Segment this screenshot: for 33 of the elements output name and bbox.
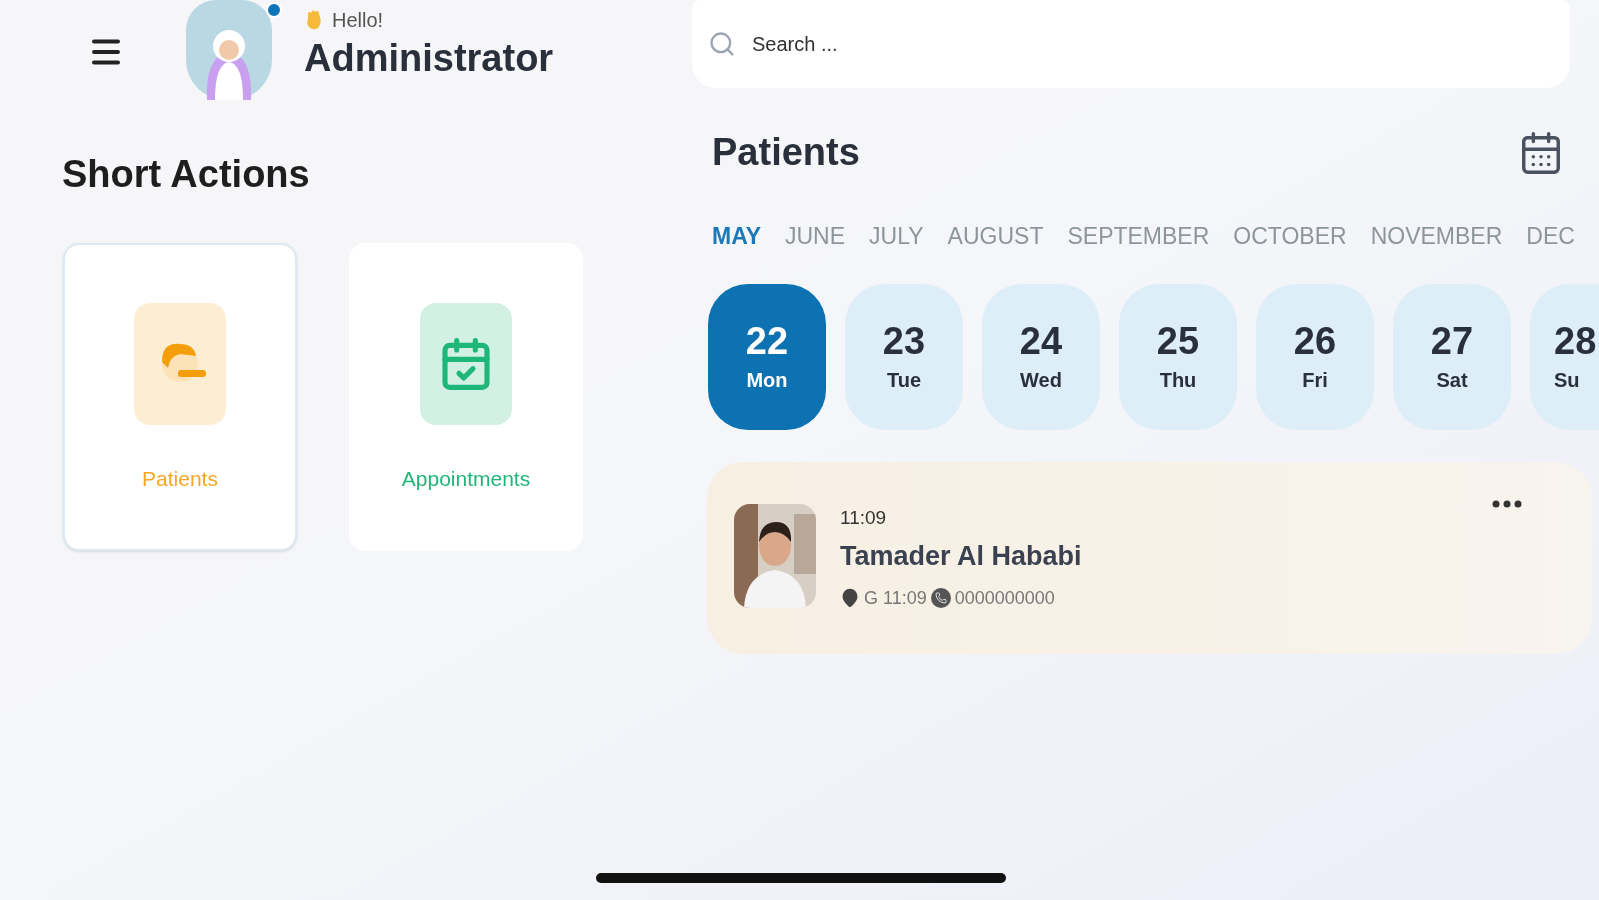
more-button[interactable] bbox=[1492, 499, 1522, 508]
section-title: Patients bbox=[712, 130, 860, 175]
month-tab[interactable]: AUGUST bbox=[947, 219, 1044, 254]
date-pill[interactable]: 22 Mon bbox=[708, 283, 826, 430]
date-pill[interactable]: 26 Fri bbox=[1256, 283, 1374, 430]
date-pill[interactable]: 27 Sat bbox=[1393, 283, 1511, 430]
date-pill[interactable]: 28 Su bbox=[1530, 283, 1599, 430]
phone-icon bbox=[930, 588, 951, 608]
date-pill[interactable]: 25 Thu bbox=[1119, 283, 1237, 430]
greeting: Hello! bbox=[332, 8, 384, 34]
date-pill[interactable]: 23 Tue bbox=[845, 283, 963, 430]
date-pill[interactable]: 24 Wed bbox=[982, 283, 1100, 430]
patient-name: Tamader Al Hababi bbox=[840, 540, 1082, 573]
user-name: Administrator bbox=[304, 36, 554, 82]
location: G 11:09 bbox=[864, 586, 927, 610]
month-tab[interactable]: DEC bbox=[1526, 219, 1575, 254]
short-action-card[interactable]: Appointments bbox=[349, 243, 583, 551]
month-tab[interactable]: MAY bbox=[712, 219, 761, 254]
location-pin-icon bbox=[840, 588, 860, 608]
month-tab[interactable]: NOVEMBER bbox=[1370, 219, 1503, 254]
phone-number: 0000000000 bbox=[954, 586, 1055, 610]
waving-hand-icon bbox=[304, 9, 324, 32]
more-icon bbox=[1492, 499, 1522, 508]
month-tab[interactable]: SEPTEMBER bbox=[1067, 219, 1210, 254]
appointment-card[interactable]: 11:09 Tamader Al Hababi G 11:09 0000000000 bbox=[707, 461, 1592, 654]
month-tab[interactable]: OCTOBER bbox=[1233, 219, 1347, 254]
search-input[interactable]: Search ... bbox=[752, 29, 1554, 59]
search-field[interactable]: Search ... bbox=[692, 0, 1570, 88]
search-icon bbox=[708, 30, 736, 58]
appointment-time: 11:09 bbox=[840, 505, 888, 530]
month-tab[interactable]: JUNE bbox=[785, 219, 846, 254]
section-title: Short Actions bbox=[62, 152, 311, 197]
month-tab[interactable]: JULY bbox=[869, 219, 924, 254]
